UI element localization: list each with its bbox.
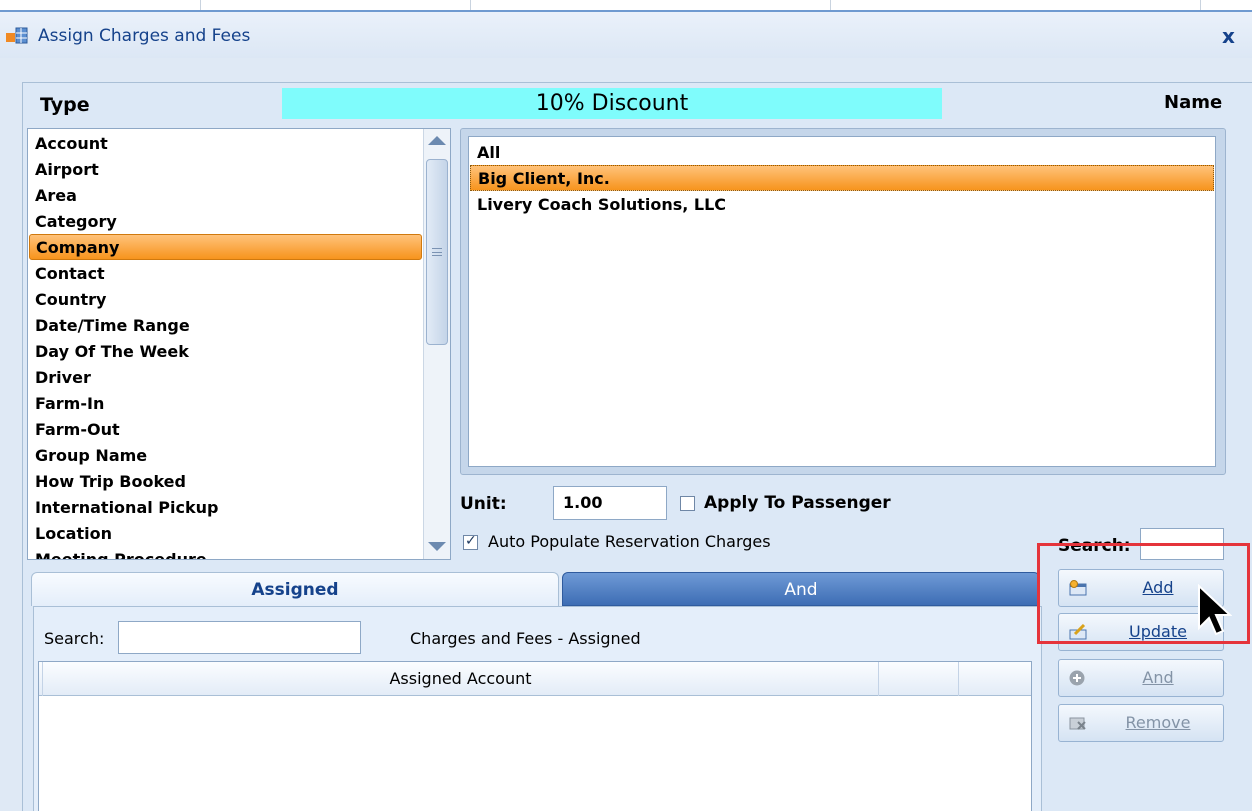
and-button-label: And (1142, 668, 1174, 687)
grip-icon (432, 248, 442, 256)
column-3[interactable] (959, 662, 1031, 696)
type-item-location[interactable]: Location (35, 521, 112, 547)
type-item-driver[interactable]: Driver (35, 365, 91, 391)
type-item-group-name[interactable]: Group Name (35, 443, 147, 469)
assigned-search-label: Search: (44, 629, 105, 648)
scroll-thumb[interactable] (426, 159, 448, 345)
close-button[interactable]: x (1222, 24, 1235, 48)
update-button[interactable]: Update (1058, 613, 1224, 651)
remove-button[interactable]: Remove (1058, 704, 1224, 742)
assigned-search-input[interactable] (118, 621, 361, 654)
type-item-day-of-week[interactable]: Day Of The Week (35, 339, 189, 365)
remove-button-label: Remove (1125, 713, 1191, 732)
type-item-contact[interactable]: Contact (35, 261, 105, 287)
grid-header: Assigned Account (39, 662, 1031, 696)
auto-populate-label: Auto Populate Reservation Charges (488, 532, 771, 551)
apply-to-passenger-checkbox[interactable] (680, 496, 695, 511)
type-item-category[interactable]: Category (35, 209, 117, 235)
scroll-up-icon[interactable] (428, 136, 446, 145)
type-item-country[interactable]: Country (35, 287, 106, 313)
type-item-how-trip-booked[interactable]: How Trip Booked (35, 469, 186, 495)
type-item-account[interactable]: Account (35, 131, 108, 157)
strip-separator (470, 0, 471, 10)
update-button-label: Update (1129, 622, 1187, 641)
top-strip (0, 0, 1252, 12)
auto-populate-checkbox[interactable] (463, 533, 478, 550)
strip-separator (1200, 0, 1201, 10)
edit-icon (1069, 624, 1087, 640)
add-button[interactable]: Add (1058, 569, 1224, 607)
type-item-international-pickup[interactable]: International Pickup (35, 495, 218, 521)
tab-assigned[interactable]: Assigned (31, 572, 559, 606)
strip-separator (830, 0, 831, 10)
name-item-all[interactable]: All (477, 140, 500, 166)
apply-to-passenger-label: Apply To Passenger (704, 493, 891, 513)
name-item-livery-coach[interactable]: Livery Coach Solutions, LLC (477, 192, 726, 218)
add-icon (1069, 580, 1087, 596)
column-2[interactable] (879, 662, 959, 696)
type-list-scrollbar[interactable] (423, 129, 450, 559)
type-item-company[interactable]: Company (29, 234, 422, 260)
right-search-input[interactable] (1140, 528, 1224, 560)
strip-separator (200, 0, 201, 10)
and-button[interactable]: And (1058, 659, 1224, 697)
column-assigned-account[interactable]: Assigned Account (43, 662, 879, 696)
assigned-grid[interactable]: Assigned Account (38, 661, 1032, 811)
type-item-meeting-procedure[interactable]: Meeting Procedure (35, 547, 207, 559)
window-title: Assign Charges and Fees (38, 26, 251, 46)
selected-charge-name: 10% Discount (282, 88, 942, 119)
type-list[interactable]: Account Airport Area Category Company Co… (27, 128, 451, 560)
name-list[interactable]: All Big Client, Inc. Livery Coach Soluti… (468, 136, 1216, 467)
remove-icon (1069, 717, 1086, 730)
type-item-area[interactable]: Area (35, 183, 77, 209)
type-item-date-time-range[interactable]: Date/Time Range (35, 313, 190, 339)
type-item-farm-in[interactable]: Farm-In (35, 391, 104, 417)
grid-window-icon (6, 27, 28, 44)
add-button-label: Add (1142, 578, 1174, 597)
right-search-label: Search: (1058, 536, 1131, 556)
scroll-down-icon[interactable] (428, 542, 446, 551)
unit-label: Unit: (460, 494, 507, 514)
type-item-farm-out[interactable]: Farm-Out (35, 417, 120, 443)
tab-and[interactable]: And (562, 572, 1040, 606)
name-item-big-client[interactable]: Big Client, Inc. (470, 165, 1214, 191)
unit-input[interactable]: 1.00 (553, 486, 667, 520)
type-label: Type (40, 94, 90, 116)
name-label: Name (1164, 92, 1223, 113)
title-bar: Assign Charges and Fees x (0, 12, 1252, 58)
plus-circle-icon (1069, 670, 1085, 686)
type-item-airport[interactable]: Airport (35, 157, 99, 183)
assigned-caption: Charges and Fees - Assigned (410, 629, 641, 648)
